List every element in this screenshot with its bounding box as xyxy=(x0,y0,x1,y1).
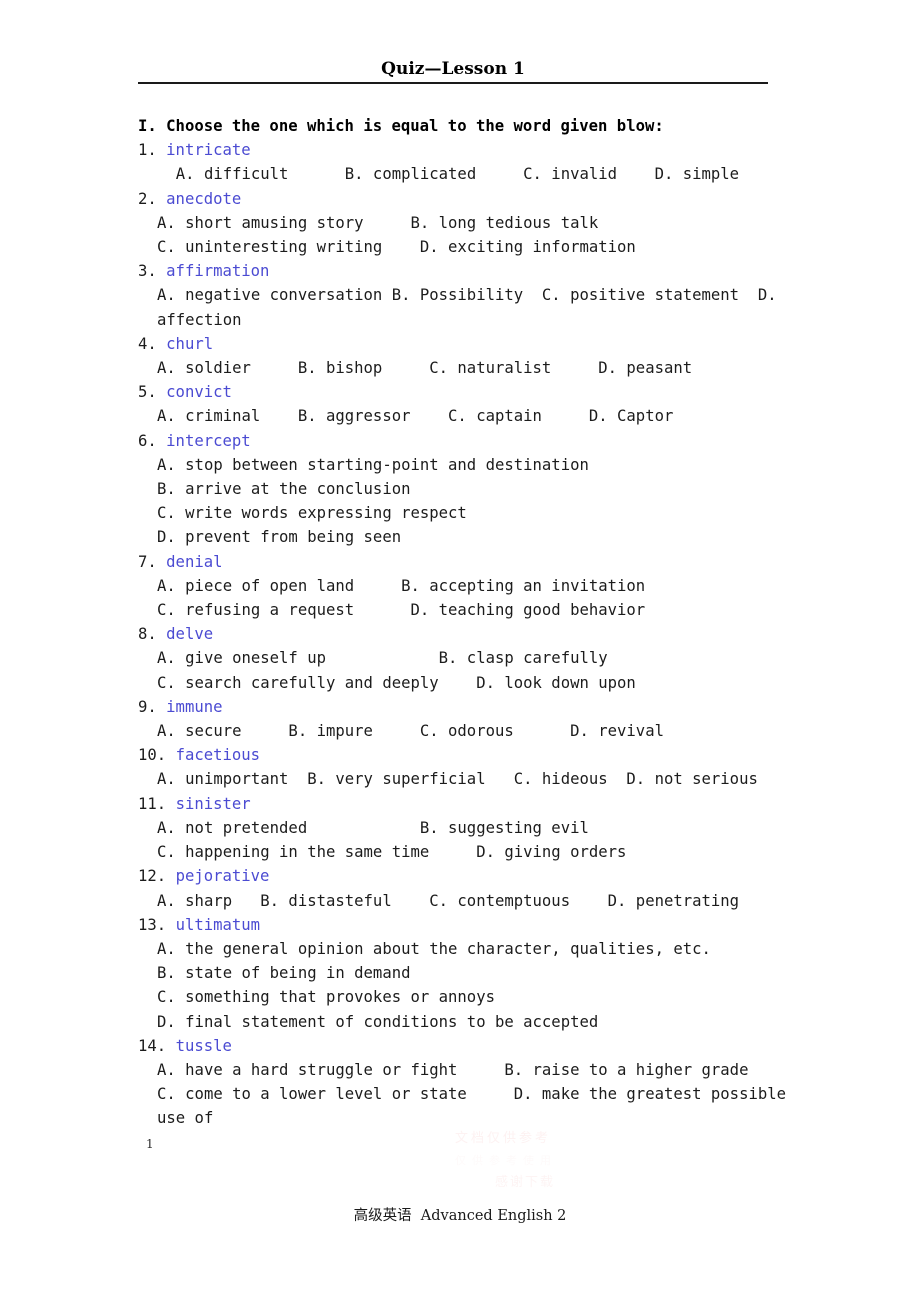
question-options-line: A. sharp B. distasteful C. contemptuous … xyxy=(157,891,740,910)
question-entry: 8. delve xyxy=(138,622,786,646)
question-word: affirmation xyxy=(166,262,270,281)
footer-text: 高级英语 Advanced English 2 xyxy=(353,1208,567,1224)
question-options-line: C. write words expressing respect xyxy=(157,504,467,523)
question-options-line: C. uninteresting writing D. exciting inf… xyxy=(157,238,636,257)
question-word: immune xyxy=(166,697,223,716)
question-word: intercept xyxy=(166,431,251,450)
question-number: 3. xyxy=(138,262,157,281)
question-word: delve xyxy=(166,625,214,644)
page-footer: 高级英语 Advanced English 2 xyxy=(0,1206,920,1226)
section-heading: I. Choose the one which is equal to the … xyxy=(138,117,664,135)
header-divider xyxy=(138,82,768,84)
question-word: churl xyxy=(166,334,214,353)
question-options-line: A. difficult B. complicated C. invalid D… xyxy=(157,165,740,184)
question-word: convict xyxy=(166,383,232,402)
watermark-line-2: 仅供参考使用 xyxy=(455,1154,557,1167)
question-entry: 11. sinister xyxy=(138,792,786,816)
question-word: anecdote xyxy=(166,189,242,208)
question-number: 12. xyxy=(138,867,167,886)
question-options-line: B. arrive at the conclusion xyxy=(157,480,411,499)
question-entry: 12. pejorative xyxy=(138,864,786,888)
page-title: Quiz—Lesson 1 xyxy=(381,59,525,79)
question-entry: 2. anecdote xyxy=(138,187,786,211)
question-options-line: A. have a hard struggle or fight B. rais… xyxy=(157,1060,749,1079)
question-number: 14. xyxy=(138,1036,167,1055)
question-number: 5. xyxy=(138,383,157,402)
question-options-line: C. something that provokes or annoys xyxy=(157,988,495,1007)
question-entry: 6. intercept xyxy=(138,429,786,453)
watermark-line-1: 文档仅供参考 xyxy=(455,1131,552,1146)
question-options-line: A. secure B. impure C. odorous D. reviva… xyxy=(157,722,664,741)
question-options-line: D. prevent from being seen xyxy=(157,528,402,547)
question-options-line: C. search carefully and deeply D. look d… xyxy=(157,673,636,692)
question-number: 2. xyxy=(138,189,157,208)
question-options-line: A. piece of open land B. accepting an in… xyxy=(157,576,646,595)
question-number: 4. xyxy=(138,334,157,353)
question-options-line: A. not pretended B. suggesting evil xyxy=(157,818,589,837)
page-header: Quiz—Lesson 1 xyxy=(138,58,768,84)
question-word: ultimatum xyxy=(175,915,261,934)
question-entry: 10. facetious xyxy=(138,743,786,767)
question-options-line: A. unimportant B. very superficial C. hi… xyxy=(157,770,758,789)
question-word: intricate xyxy=(166,141,251,160)
watermark: 文档仅供参考 仅供参考使用 感谢下载 xyxy=(455,1128,775,1208)
question-entry: 4. churl xyxy=(138,332,786,356)
question-options-line: A. the general opinion about the charact… xyxy=(157,939,711,958)
quiz-content: I. Choose the one which is equal to the … xyxy=(138,114,786,1131)
question-number: 11. xyxy=(138,794,167,813)
question-number: 8. xyxy=(138,625,157,644)
question-number: 10. xyxy=(138,746,167,765)
question-word: sinister xyxy=(175,794,251,813)
watermark-line-3: 感谢下载 xyxy=(495,1175,556,1190)
question-options-line: A. criminal B. aggressor C. captain D. C… xyxy=(157,407,674,426)
question-entry: 3. affirmation xyxy=(138,259,786,283)
question-number: 13. xyxy=(138,915,167,934)
question-options-line: B. state of being in demand xyxy=(157,964,411,983)
question-entry: 14. tussle xyxy=(138,1034,786,1058)
question-options-line: A. negative conversation B. Possibility … xyxy=(157,286,787,329)
question-number: 6. xyxy=(138,431,157,450)
question-options-line: C. refusing a request D. teaching good b… xyxy=(157,601,646,620)
question-entry: 9. immune xyxy=(138,695,786,719)
question-options-line: A. stop between starting-point and desti… xyxy=(157,455,589,474)
question-word: denial xyxy=(166,552,223,571)
question-options-line: A. soldier B. bishop C. naturalist D. pe… xyxy=(157,359,693,378)
question-word: tussle xyxy=(175,1036,232,1055)
question-entry: 1. intricate xyxy=(138,138,786,162)
question-number: 7. xyxy=(138,552,157,571)
question-options-line: A. give oneself up B. clasp carefully xyxy=(157,649,608,668)
document-page: Quiz—Lesson 1 I. Choose the one which is… xyxy=(0,0,920,1302)
question-word: facetious xyxy=(175,746,261,765)
question-entry: 5. convict xyxy=(138,380,786,404)
page-number: 1 xyxy=(146,1137,154,1151)
question-options-line: C. happening in the same time D. giving … xyxy=(157,843,627,862)
question-options-line: D. final statement of conditions to be a… xyxy=(157,1012,599,1031)
question-number: 1. xyxy=(138,141,157,160)
question-entry: 7. denial xyxy=(138,550,786,574)
question-number: 9. xyxy=(138,697,157,716)
question-word: pejorative xyxy=(175,867,270,886)
question-entry: 13. ultimatum xyxy=(138,913,786,937)
question-options-line: C. come to a lower level or state D. mak… xyxy=(157,1085,796,1128)
question-options-line: A. short amusing story B. long tedious t… xyxy=(157,213,599,232)
